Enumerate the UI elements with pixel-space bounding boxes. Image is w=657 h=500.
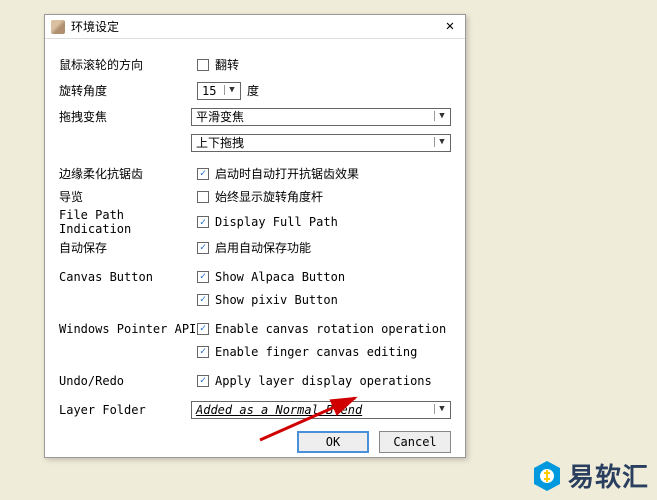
label-windows-pointer: Windows Pointer API	[59, 322, 197, 336]
row-layer-folder: Layer Folder Added as a Normal Blend	[59, 398, 451, 421]
brand-logo-text: 易软汇	[568, 457, 649, 494]
label-antialias: 边缘柔化抗锯齿	[59, 165, 197, 182]
label-rotate-angle: 旋转角度	[59, 82, 197, 99]
checkbox-flip[interactable]	[197, 59, 209, 71]
row-windows-pointer-2: Enable finger canvas editing	[59, 340, 451, 363]
checkbox-alpaca[interactable]	[197, 271, 209, 283]
checkbox-layer-display[interactable]	[197, 375, 209, 387]
label-drag-zoom: 拖拽变焦	[59, 108, 191, 125]
label-wheel-direction: 鼠标滚轮的方向	[59, 56, 197, 73]
label-layer-folder: Layer Folder	[59, 403, 191, 417]
checkbox-file-path[interactable]	[197, 216, 209, 228]
label-canvas-button: Canvas Button	[59, 270, 197, 284]
row-autosave: 自动保存 启用自动保存功能	[59, 236, 451, 259]
row-file-path: File Path Indication Display Full Path	[59, 208, 451, 236]
select-rotate-angle[interactable]: 15	[197, 82, 241, 100]
titlebar: 环境设定 ✕	[45, 15, 465, 39]
checkbox-pixiv[interactable]	[197, 294, 209, 306]
button-row: OK Cancel	[45, 421, 465, 465]
select-layer-folder[interactable]: Added as a Normal Blend	[191, 401, 451, 419]
app-icon	[51, 20, 65, 34]
label-undo-redo: Undo/Redo	[59, 374, 197, 388]
row-wheel-direction: 鼠标滚轮的方向 翻转	[59, 53, 451, 76]
row-canvas-button: Canvas Button Show Alpaca Button	[59, 265, 451, 288]
checkbox-alpaca-label: Show Alpaca Button	[215, 270, 345, 284]
row-rotate-angle: 旋转角度 15 度	[59, 79, 451, 102]
checkbox-file-path-label: Display Full Path	[215, 215, 338, 229]
brand-logo: 易软汇	[532, 457, 649, 494]
row-antialias: 边缘柔化抗锯齿 启动时自动打开抗锯齿效果	[59, 162, 451, 185]
checkbox-nav[interactable]	[197, 191, 209, 203]
row-windows-pointer: Windows Pointer API Enable canvas rotati…	[59, 317, 451, 340]
rotate-angle-unit: 度	[247, 82, 259, 99]
row-drag-zoom: 拖拽变焦 平滑变焦	[59, 105, 451, 128]
checkbox-layer-display-label: Apply layer display operations	[215, 374, 432, 388]
label-navigation: 导览	[59, 188, 197, 205]
checkbox-autosave-label: 启用自动保存功能	[215, 239, 311, 256]
checkbox-pixiv-label: Show pixiv Button	[215, 293, 338, 307]
checkbox-antialias[interactable]	[197, 168, 209, 180]
checkbox-flip-label: 翻转	[215, 56, 239, 73]
row-navigation: 导览 始终显示旋转角度杆	[59, 185, 451, 208]
select-zoom-mode[interactable]: 平滑变焦	[191, 108, 451, 126]
dialog-title: 环境设定	[71, 18, 441, 35]
ok-button[interactable]: OK	[297, 431, 369, 453]
checkbox-nav-label: 始终显示旋转角度杆	[215, 188, 323, 205]
checkbox-rotation-op[interactable]	[197, 323, 209, 335]
dialog-body: 鼠标滚轮的方向 翻转 旋转角度 15 度 拖拽变焦 平滑变焦 上下拖拽	[45, 39, 465, 421]
checkbox-finger-edit[interactable]	[197, 346, 209, 358]
label-file-path: File Path Indication	[59, 208, 197, 236]
close-button[interactable]: ✕	[441, 18, 459, 36]
row-canvas-button-2: Show pixiv Button	[59, 288, 451, 311]
cancel-button[interactable]: Cancel	[379, 431, 451, 453]
checkbox-rotation-op-label: Enable canvas rotation operation	[215, 322, 446, 336]
checkbox-finger-edit-label: Enable finger canvas editing	[215, 345, 417, 359]
settings-dialog: 环境设定 ✕ 鼠标滚轮的方向 翻转 旋转角度 15 度 拖拽变焦 平滑变焦	[44, 14, 466, 458]
select-drag-direction[interactable]: 上下拖拽	[191, 134, 451, 152]
label-autosave: 自动保存	[59, 239, 197, 256]
row-undo-redo: Undo/Redo Apply layer display operations	[59, 369, 451, 392]
checkbox-antialias-label: 启动时自动打开抗锯齿效果	[215, 165, 359, 182]
brand-logo-icon	[532, 460, 562, 492]
row-drag-zoom-2: 上下拖拽	[59, 131, 451, 154]
checkbox-autosave[interactable]	[197, 242, 209, 254]
